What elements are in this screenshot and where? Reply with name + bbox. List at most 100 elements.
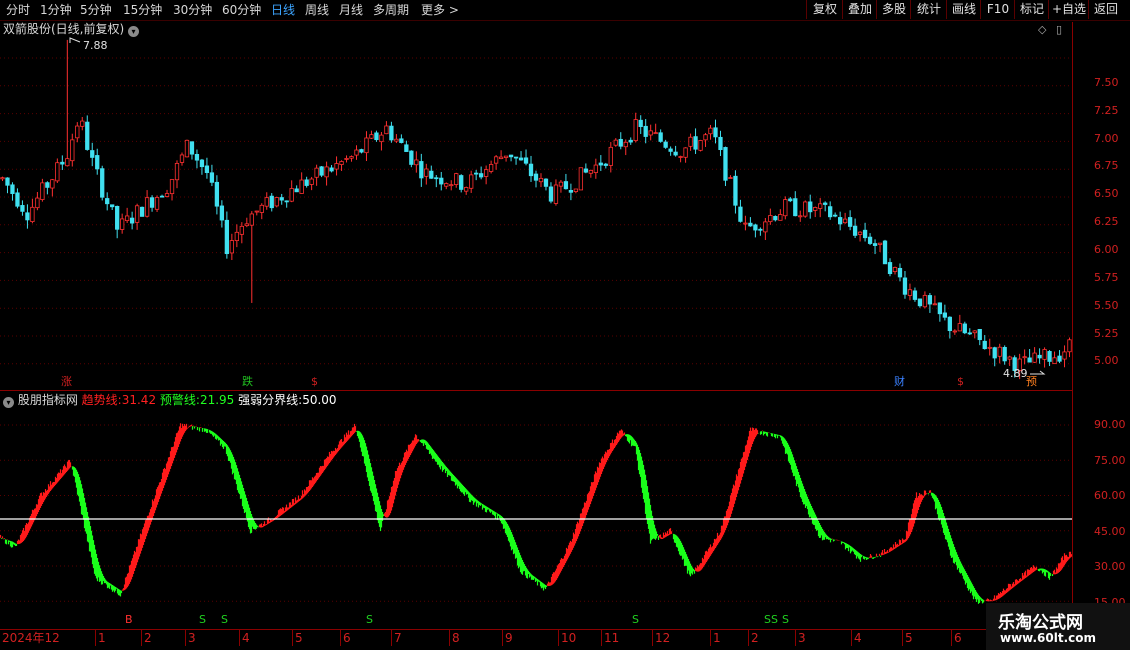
event-tag-forecast[interactable]: 预 [1026, 376, 1037, 388]
candle-down [808, 201, 813, 213]
y-tick-label: 5.25 [1094, 327, 1119, 340]
period-tab-60min[interactable]: 60分钟 [222, 2, 261, 18]
candle-down [748, 222, 753, 227]
indicator-chart[interactable] [0, 391, 1072, 629]
date-tick [652, 630, 653, 646]
date-label: 5 [295, 631, 303, 645]
period-tab-daily[interactable]: 日线 [271, 2, 295, 18]
period-tab-15min[interactable]: 15分钟 [123, 2, 162, 18]
price-axis-line [1072, 22, 1073, 628]
candle-up [234, 231, 239, 241]
candle-down [568, 189, 574, 193]
candle-down [942, 312, 948, 318]
candle-up [254, 210, 259, 213]
candle-down [1037, 354, 1042, 359]
candle-down [139, 206, 145, 217]
date-tick [340, 630, 341, 646]
candle-down [1027, 357, 1032, 363]
f10-button[interactable]: F10 [980, 0, 1015, 19]
y-tick-label: 7.25 [1094, 104, 1119, 117]
candle-down [583, 168, 589, 173]
period-tab-weekly[interactable]: 周线 [305, 2, 329, 18]
date-tick [795, 630, 796, 646]
candle-down [45, 182, 50, 188]
candle-up [1067, 339, 1072, 353]
date-label: 11 [604, 631, 620, 645]
date-tick [902, 630, 903, 646]
candle-down [429, 170, 434, 179]
candle-down [977, 328, 982, 341]
event-tag-fall[interactable]: 跌 [242, 376, 253, 388]
period-tab-multi[interactable]: 多周期 [373, 2, 409, 18]
date-label: 8 [452, 631, 460, 645]
statistics-button[interactable]: 统计 [910, 0, 947, 19]
candle-up [633, 119, 638, 141]
overlay-button[interactable]: 叠加 [842, 0, 877, 19]
period-tab-monthly[interactable]: 月线 [339, 2, 363, 18]
candle-down [937, 302, 943, 315]
candle-down [663, 141, 668, 148]
event-tag-dividend[interactable]: $ [311, 376, 318, 388]
draw-line-button[interactable]: 画线 [946, 0, 981, 19]
candle-down [110, 204, 115, 208]
candle-down [718, 136, 723, 151]
candle-up [957, 323, 962, 332]
candle-up [449, 184, 454, 187]
candle-down [439, 177, 444, 185]
candle-down [518, 157, 524, 161]
sell-signal: S [366, 613, 373, 626]
candle-up [464, 187, 469, 192]
candle-down [838, 217, 843, 225]
period-tab-5min[interactable]: 5分钟 [80, 2, 112, 18]
candle-up [613, 139, 618, 146]
period-tab-30min[interactable]: 30分钟 [173, 2, 212, 18]
candle-up [538, 177, 544, 183]
candlestick-chart[interactable] [0, 22, 1072, 390]
event-tag-finance[interactable]: 财 [894, 376, 905, 388]
date-label: 3 [798, 631, 806, 645]
period-tab-more[interactable]: 更多 > [421, 2, 459, 18]
candle-down [100, 168, 105, 198]
event-tag-dividend[interactable]: $ [957, 376, 964, 388]
period-tab-1min[interactable]: 1分钟 [40, 2, 72, 18]
candle-up [922, 294, 928, 308]
candle-up [987, 346, 992, 349]
candle-up [70, 139, 75, 162]
candle-up [179, 154, 185, 163]
candle-up [648, 130, 653, 136]
y-tick-label: 6.25 [1094, 215, 1119, 228]
high-pointer-icon [69, 37, 81, 43]
period-tab-fenshi[interactable]: 分时 [6, 2, 30, 18]
fuquan-button[interactable]: 复权 [806, 0, 843, 19]
candle-down [474, 172, 479, 175]
candle-down [105, 198, 110, 205]
candle-down [758, 228, 763, 231]
candle-up [558, 181, 564, 187]
candle-down [563, 181, 569, 190]
date-tick [391, 630, 392, 646]
back-button[interactable]: 返回 [1088, 0, 1123, 19]
candle-up [239, 225, 244, 235]
candle-up [469, 174, 474, 189]
candle-up [798, 215, 803, 218]
multi-stock-button[interactable]: 多股 [876, 0, 911, 19]
candle-down [329, 167, 334, 172]
candle-up [708, 127, 713, 135]
candle-down [434, 177, 439, 180]
candle-down [129, 217, 135, 224]
candle-up [414, 159, 419, 166]
candle-down [902, 277, 908, 295]
candle-up [55, 162, 60, 182]
candle-down [693, 136, 698, 150]
mark-button[interactable]: 标记 [1014, 0, 1049, 19]
candle-down [543, 178, 549, 187]
candle-up [289, 188, 294, 202]
watermark: 乐淘公式网 www.60lt.com [986, 603, 1130, 650]
date-label: 2024年12 [2, 631, 60, 645]
ind-y-tick-label: 60.00 [1094, 489, 1126, 502]
add-watchlist-button[interactable]: +自选 [1048, 0, 1089, 19]
candle-up [274, 197, 279, 207]
event-tag-rise[interactable]: 涨 [61, 376, 72, 388]
candle-down [862, 229, 868, 239]
date-label: 2 [144, 631, 152, 645]
